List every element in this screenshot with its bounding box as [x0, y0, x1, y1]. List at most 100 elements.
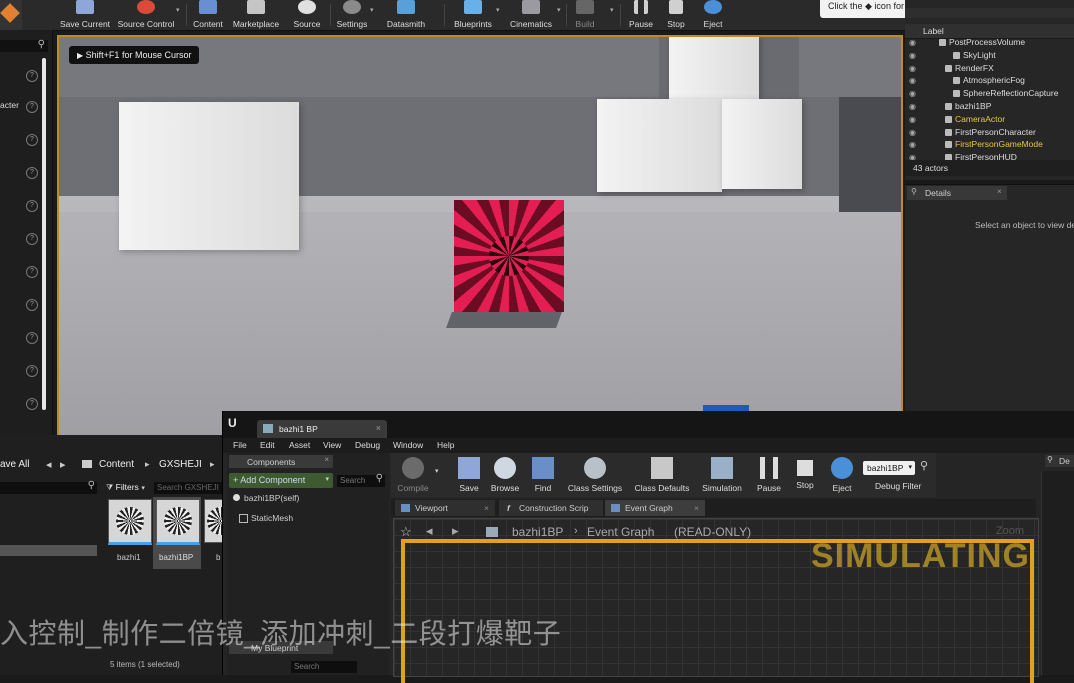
save-all-button[interactable]: ave All: [0, 457, 40, 473]
menu-asset[interactable]: Asset: [289, 440, 310, 450]
find-button[interactable]: Find: [525, 457, 561, 493]
settings-button[interactable]: Settings: [334, 0, 370, 30]
folder-search-input[interactable]: ⚲: [0, 480, 97, 494]
outliner-row[interactable]: ◉ bazhi1BP: [905, 100, 1074, 113]
menu-file[interactable]: File: [233, 440, 247, 450]
tab-bazhi1bp[interactable]: bazhi1 BP ×: [257, 420, 387, 438]
outliner-row[interactable]: ◉ FirstPersonCharacter: [905, 126, 1074, 139]
datasmith-button[interactable]: Datasmith: [382, 0, 430, 30]
visibility-eye-icon[interactable]: ◉: [909, 74, 916, 87]
outliner-row[interactable]: ◉ SphereReflectionCapture: [905, 87, 1074, 100]
help-icon[interactable]: ?: [26, 70, 38, 82]
level-viewport[interactable]: ▶ Shift+F1 for Mouse Cursor: [57, 35, 903, 437]
breadcrumb-bp[interactable]: bazhi1BP: [512, 525, 563, 539]
visibility-eye-icon[interactable]: ◉: [909, 138, 916, 151]
menu-debug[interactable]: Debug: [355, 440, 380, 450]
debug-object-select[interactable]: bazhi1BP ▾: [863, 461, 915, 475]
help-icon[interactable]: ?: [26, 365, 38, 377]
menu-edit[interactable]: Edit: [260, 440, 275, 450]
visibility-eye-icon[interactable]: ◉: [909, 62, 916, 75]
help-icon[interactable]: ?: [26, 134, 38, 146]
help-icon[interactable]: ?: [26, 167, 38, 179]
visibility-eye-icon[interactable]: ◉: [909, 36, 916, 49]
search-bar[interactable]: ⚲: [0, 39, 48, 52]
menu-help[interactable]: Help: [437, 440, 454, 450]
forward-arrow-icon[interactable]: ▸: [452, 523, 459, 539]
tab-construction-script[interactable]: f Construction Scrip: [499, 500, 603, 516]
outliner-row[interactable]: ◉ AtmosphericFog: [905, 74, 1074, 87]
bp-details-tab[interactable]: ⚲ De: [1045, 455, 1074, 467]
visibility-eye-icon[interactable]: ◉: [909, 87, 916, 100]
class-defaults-button[interactable]: Class Defaults: [631, 457, 693, 493]
close-icon[interactable]: ×: [694, 500, 699, 516]
asset-thumbnail[interactable]: [204, 499, 224, 543]
asset-thumbnail[interactable]: [156, 499, 200, 545]
content-button[interactable]: Content: [190, 0, 226, 30]
back-arrow-icon[interactable]: ◂: [426, 523, 433, 539]
star-icon[interactable]: ☆: [400, 524, 412, 540]
back-arrow-icon[interactable]: ◂: [46, 458, 52, 471]
add-component-button[interactable]: + Add Component ▾: [229, 473, 333, 488]
component-staticmesh[interactable]: StaticMesh: [227, 511, 389, 525]
blueprints-button[interactable]: Blueprints: [450, 0, 496, 30]
close-icon[interactable]: ×: [324, 455, 329, 464]
breadcrumb-content[interactable]: Content: [99, 459, 134, 470]
menu-window[interactable]: Window: [393, 440, 423, 450]
tab-details[interactable]: ⚲ Details ×: [907, 186, 1007, 200]
outliner-row[interactable]: ◉ CameraActor: [905, 113, 1074, 126]
visibility-eye-icon[interactable]: ◉: [909, 100, 916, 113]
close-icon[interactable]: ×: [997, 187, 1002, 196]
pause-button[interactable]: Pause: [626, 0, 656, 30]
outliner-row[interactable]: ◉ FirstPersonGameMode: [905, 138, 1074, 151]
tab-components[interactable]: Components ×: [229, 455, 333, 468]
help-icon[interactable]: ?: [26, 266, 38, 278]
chevron-down-icon[interactable]: ▾: [557, 6, 561, 14]
chevron-down-icon[interactable]: ▾: [435, 467, 439, 475]
browse-button[interactable]: Browse: [487, 457, 523, 493]
scrollbar[interactable]: [42, 58, 46, 410]
compile-button[interactable]: Compile: [395, 457, 431, 493]
help-icon[interactable]: ?: [26, 299, 38, 311]
pause-button[interactable]: Pause: [753, 457, 785, 493]
source-button[interactable]: Source: [290, 0, 324, 30]
help-icon[interactable]: ?: [26, 200, 38, 212]
help-icon[interactable]: ?: [26, 101, 38, 113]
save-button[interactable]: Save: [451, 457, 487, 493]
components-search-input[interactable]: Search ⚲: [337, 473, 385, 487]
help-icon[interactable]: ?: [26, 398, 38, 410]
asset-thumbnail[interactable]: [108, 499, 152, 545]
folder-tree-item[interactable]: [0, 545, 97, 556]
stop-button[interactable]: Stop: [662, 0, 690, 30]
build-button[interactable]: Build: [570, 0, 600, 30]
tab-viewport[interactable]: Viewport ×: [395, 500, 495, 516]
visibility-eye-icon[interactable]: ◉: [909, 49, 916, 62]
simulation-button[interactable]: Simulation: [699, 457, 745, 493]
chevron-down-icon[interactable]: ▾: [176, 6, 180, 14]
search-icon[interactable]: ⚲: [920, 459, 928, 472]
my-blueprint-search[interactable]: Search: [291, 661, 357, 673]
filters-button[interactable]: ⧩ Filters ▾: [106, 482, 150, 494]
breadcrumb-gxsheji[interactable]: GXSHEJI: [159, 459, 202, 470]
chevron-down-icon[interactable]: ▾: [496, 6, 500, 14]
help-icon[interactable]: ?: [26, 233, 38, 245]
close-icon[interactable]: ×: [484, 500, 489, 516]
component-self[interactable]: bazhi1BP(self): [227, 491, 389, 505]
eject-button[interactable]: Eject: [698, 0, 728, 30]
close-icon[interactable]: ×: [376, 423, 381, 433]
eject-button[interactable]: Eject: [825, 457, 859, 493]
save-current-button[interactable]: Save Current: [58, 0, 112, 30]
event-graph-canvas[interactable]: ☆ ◂ ▸ bazhi1BP › Event Graph (READ-ONLY)…: [393, 518, 1039, 683]
outliner-row[interactable]: ◉ PostProcessVolume: [905, 36, 1074, 49]
cinematics-button[interactable]: Cinematics: [506, 0, 556, 30]
outliner-row[interactable]: ◉ RenderFX: [905, 62, 1074, 75]
class-settings-button[interactable]: Class Settings: [565, 457, 625, 493]
source-control-button[interactable]: Source Control: [116, 0, 176, 30]
forward-arrow-icon[interactable]: ▸: [60, 458, 66, 471]
visibility-eye-icon[interactable]: ◉: [909, 126, 916, 139]
menu-view[interactable]: View: [323, 440, 341, 450]
chevron-down-icon[interactable]: ▾: [610, 6, 614, 14]
chevron-down-icon[interactable]: ▾: [370, 6, 374, 14]
asset-search-input[interactable]: Search GXSHEJI: [154, 482, 222, 494]
stop-button[interactable]: Stop: [789, 457, 821, 490]
visibility-eye-icon[interactable]: ◉: [909, 113, 916, 126]
